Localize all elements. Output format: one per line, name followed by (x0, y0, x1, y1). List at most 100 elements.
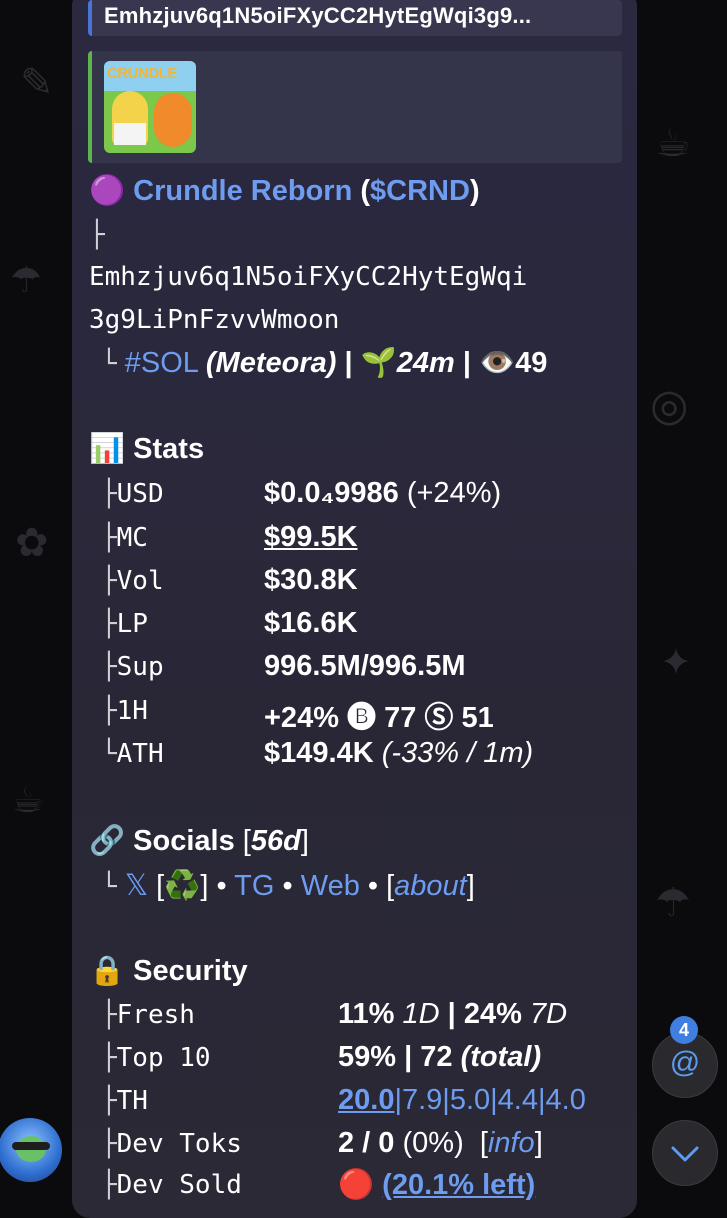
tree-branch: ├ (101, 1170, 117, 1200)
token-thumbnail[interactable]: CRUNDLE (104, 61, 196, 153)
security-fresh-row: ├Fresh 11% 1D | 24% 7D (89, 998, 629, 1031)
th-values: 20.0|7.9|5.0|4.4|4.0 (338, 1084, 586, 1117)
bracket: [ (479, 1127, 488, 1159)
chevron-down-icon (671, 1146, 699, 1162)
bracket: ] (534, 1127, 543, 1159)
chain-info: └ #SOL (Meteora) | 🌱24m | 👁️49 (89, 346, 547, 380)
separator: | (344, 347, 353, 379)
scroll-down-button[interactable] (652, 1120, 718, 1186)
tree-branch: ├ (89, 220, 105, 250)
red-circle-icon: 🔴 (338, 1169, 375, 1201)
background-doodle: ☂ (655, 880, 691, 926)
devtoks-count: 2 / 0 (338, 1127, 395, 1159)
tree-branch: ├ (101, 1043, 117, 1073)
devsold-value: 🔴 (20.1% left) (338, 1168, 535, 1202)
lock-icon: 🔒 (89, 955, 126, 987)
stats-label: MC (116, 523, 148, 553)
avatar[interactable] (0, 1118, 62, 1182)
devtoks-info-link[interactable]: info (488, 1127, 535, 1159)
tree-end: └ (101, 872, 117, 902)
separator: | (447, 998, 456, 1030)
about-link[interactable]: about (394, 870, 467, 902)
background-doodle: ✿ (15, 520, 49, 566)
stats-row-usd: ├USD $0.0₄9986 (+24%) (89, 477, 629, 510)
thumbnail-caption: CRUNDLE (107, 65, 177, 82)
top10-pct: 59% | 72 (338, 1041, 453, 1073)
recycle-icon[interactable]: [♻️] (156, 870, 208, 902)
top10-total: (total) (460, 1041, 542, 1073)
bullet: • (216, 870, 227, 902)
tree-branch: ├ (101, 1000, 117, 1030)
top-holder-link[interactable]: 20.0 (338, 1084, 394, 1116)
eye-icon: 👁️ (479, 347, 516, 379)
paren: ( (360, 175, 371, 207)
fresh-label: Fresh (116, 1000, 195, 1030)
stats-label: Sup (116, 652, 164, 682)
bracket: ] (300, 825, 309, 857)
contract-address-line2[interactable]: 3g9LiPnFzvvWmoon (89, 305, 339, 335)
socials-age: 56d (250, 825, 301, 857)
chain-hashtag[interactable]: #SOL (125, 347, 198, 379)
bracket: ] (466, 870, 475, 902)
background-doodle: ✦ (660, 640, 692, 684)
security-devsold-row: ├Dev Sold 🔴 (20.1% left) (89, 1168, 629, 1201)
message-bubble: Emhzjuv6q1N5oiFXyCC2HytEgWqi3g9... CRUND… (72, 0, 637, 1218)
top10-label: Top 10 (116, 1043, 211, 1073)
bar-chart-icon: 📊 (89, 433, 126, 465)
background-doodle: ☕ (12, 780, 45, 821)
stats-row-sup: ├Sup 996.5M/996.5M (89, 650, 629, 683)
fresh-7d-label: 7D (529, 998, 568, 1030)
devtoks-value: 2 / 0 (0%) [info] (338, 1127, 543, 1160)
background-doodle: ☂ (10, 260, 43, 301)
security-top10-row: ├Top 10 59% | 72 (total) (89, 1041, 629, 1074)
bracket: [ (242, 825, 251, 857)
fresh-1d-label: 1D (402, 998, 440, 1030)
stats-value: $149.4K (264, 737, 374, 769)
tree-branch: ├ (101, 1086, 117, 1116)
holder-percentages[interactable]: |7.9|5.0|4.4|4.0 (394, 1084, 585, 1116)
tree-end: └ (101, 349, 117, 379)
stats-label: Vol (116, 566, 164, 596)
web-link[interactable]: Web (301, 870, 360, 902)
contract-address-line1[interactable]: Emhzjuv6q1N5oiFXyCC2HytEgWqi (89, 262, 527, 292)
stats-value-wrap: +24% 🅑 77 Ⓢ 51 (264, 694, 494, 736)
stats-row-ath: └ATH $149.4K (-33% / 1m) (89, 737, 629, 770)
x-link[interactable]: 𝕏 (125, 870, 148, 902)
ticker-link[interactable]: $CRND (370, 175, 470, 207)
at-icon: @ (669, 1046, 701, 1079)
top10-value: 59% | 72 (total) (338, 1041, 541, 1074)
quoted-address[interactable]: Emhzjuv6q1N5oiFXyCC2HytEgWqi3g9... (88, 0, 622, 36)
tree-branch: ├ (101, 523, 117, 553)
stats-value: 996.5M/996.5M (264, 650, 466, 682)
bullet: • (367, 870, 379, 902)
stats-row-lp: ├LP $16.6K (89, 607, 629, 640)
stats-extra: (-33% / 1m) (381, 737, 534, 769)
view-count: 49 (515, 347, 548, 379)
bullet: • (282, 870, 293, 902)
stats-row-mc: ├MC $99.5K (89, 521, 629, 554)
socials-title: Socials (133, 825, 235, 857)
devsold-link[interactable]: (20.1% left) (382, 1169, 535, 1201)
stats-value: +24% 🅑 77 Ⓢ 51 (264, 702, 494, 734)
fresh-7d-pct: 24% (463, 998, 522, 1030)
stats-value-wrap: $149.4K (-33% / 1m) (264, 737, 533, 770)
token-preview[interactable]: CRUNDLE (88, 51, 622, 163)
fresh-value: 11% 1D | 24% 7D (338, 998, 567, 1031)
stats-label: 1H (116, 696, 148, 726)
devtoks-label: Dev Toks (116, 1129, 242, 1159)
tree-branch: ├ (101, 479, 117, 509)
tree-branch: ├ (101, 696, 117, 726)
security-th-row: ├TH 20.0|7.9|5.0|4.4|4.0 (89, 1084, 629, 1117)
security-heading: 🔒 Security (89, 954, 248, 988)
stats-row-1h: ├1H +24% 🅑 77 Ⓢ 51 (89, 694, 629, 734)
tg-link[interactable]: TG (234, 870, 274, 902)
security-title: Security (133, 955, 248, 987)
fresh-1d-pct: 11% (338, 998, 395, 1030)
token-name-link[interactable]: Crundle Reborn (133, 175, 352, 207)
stats-row-vol: ├Vol $30.8K (89, 564, 629, 597)
bracket: [ (386, 870, 395, 902)
stats-value[interactable]: $99.5K (264, 521, 358, 553)
stats-label: USD (116, 479, 164, 509)
tree-branch: └ (101, 739, 117, 769)
socials-links: └ 𝕏 [♻️] • TG • Web • [about] (89, 868, 475, 903)
